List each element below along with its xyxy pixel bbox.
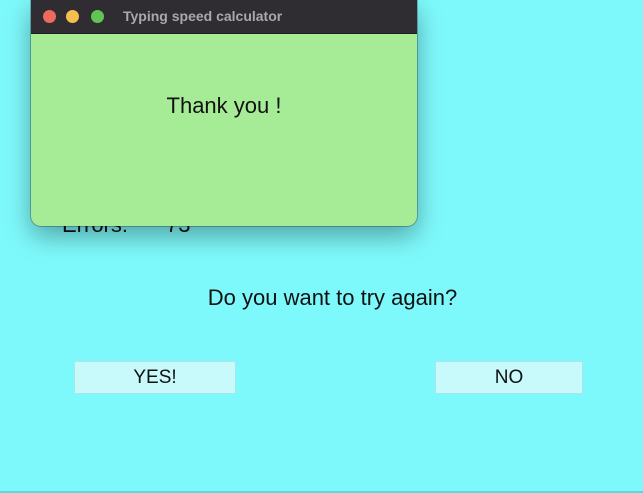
thank-you-message: Thank you ! (166, 93, 282, 118)
main-window: Errors: 73 Do you want to try again? YES… (0, 0, 643, 493)
close-light-icon[interactable] (43, 10, 56, 23)
no-button[interactable]: NO (435, 361, 583, 394)
dialog-titlebar[interactable]: Typing speed calculator (31, 0, 417, 34)
dialog-title: Typing speed calculator (123, 8, 283, 24)
try-again-question: Do you want to try again? (207, 285, 458, 310)
minimize-light-icon[interactable] (66, 10, 79, 23)
zoom-light-icon[interactable] (91, 10, 104, 23)
yes-button[interactable]: YES! (74, 361, 236, 394)
thank-you-dialog: Typing speed calculator Thank you ! (31, 0, 417, 226)
